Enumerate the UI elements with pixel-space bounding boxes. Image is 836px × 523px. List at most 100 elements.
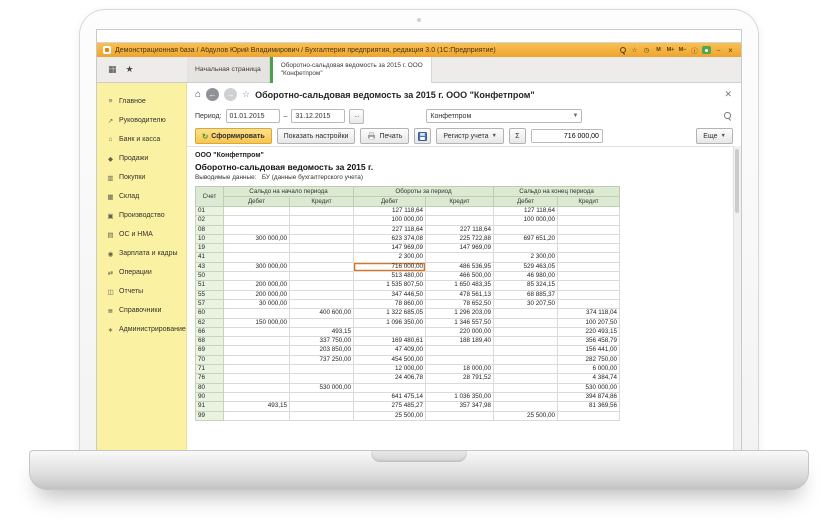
back-icon[interactable]: ← xyxy=(206,88,220,101)
value-cell[interactable] xyxy=(425,215,494,226)
value-cell[interactable]: 2 300,00 xyxy=(493,252,558,263)
value-cell[interactable] xyxy=(289,410,354,421)
value-cell[interactable]: 641 475,14 xyxy=(353,391,426,403)
search-icon[interactable] xyxy=(723,111,733,121)
value-cell[interactable]: 46 980,00 xyxy=(493,271,558,282)
account-cell[interactable]: 60 xyxy=(195,308,224,319)
value-cell[interactable]: 478 561,13 xyxy=(425,289,494,300)
value-cell[interactable]: 1 036 350,00 xyxy=(425,391,494,403)
value-cell[interactable] xyxy=(289,401,354,412)
value-cell[interactable] xyxy=(289,252,354,263)
scrollbar-thumb[interactable] xyxy=(735,149,739,213)
value-cell[interactable] xyxy=(289,373,354,384)
value-cell[interactable] xyxy=(493,354,558,366)
show-settings-button[interactable]: Показать настройки xyxy=(276,128,356,144)
period-from-input[interactable]: 01.01.2015 xyxy=(225,109,280,123)
value-cell[interactable]: 1 322 685,05 xyxy=(353,308,426,319)
value-cell[interactable] xyxy=(223,345,290,356)
value-cell[interactable]: 78 860,00 xyxy=(353,298,426,310)
value-cell[interactable] xyxy=(557,280,620,291)
sections-grid-icon[interactable]: ▦ xyxy=(108,64,117,75)
minimize-icon[interactable]: – xyxy=(714,46,723,55)
account-cell[interactable]: 01 xyxy=(195,205,224,217)
value-cell[interactable] xyxy=(223,308,290,319)
close-icon[interactable]: × xyxy=(726,46,735,55)
value-cell[interactable]: 530 000,00 xyxy=(289,382,354,393)
value-cell[interactable] xyxy=(557,243,620,254)
value-cell[interactable]: 227 118,64 xyxy=(353,224,426,235)
value-cell[interactable] xyxy=(289,289,354,300)
value-cell[interactable]: 529 463,05 xyxy=(493,261,558,273)
sidebar-item-admin[interactable]: ∗ Администрирование xyxy=(97,320,186,339)
sidebar-item-production[interactable]: ▣ Производство xyxy=(97,206,186,225)
star-icon[interactable]: ☆ xyxy=(242,89,250,100)
value-cell[interactable]: 127 118,64 xyxy=(493,205,558,217)
account-cell[interactable]: 90 xyxy=(195,391,224,403)
tab-report[interactable]: Оборотно-сальдовая ведомость за 2015 г. … xyxy=(269,57,432,83)
sidebar-item-hr[interactable]: ◉ Зарплата и кадры xyxy=(97,244,186,263)
account-cell[interactable]: 41 xyxy=(195,252,224,263)
value-cell[interactable]: 357 347,98 xyxy=(425,401,494,412)
value-cell[interactable] xyxy=(223,364,290,375)
account-cell[interactable]: 66 xyxy=(195,326,224,338)
account-cell[interactable]: 43 xyxy=(195,261,224,273)
value-cell[interactable]: 4 384,74 xyxy=(557,373,620,384)
value-cell[interactable]: 1 535 807,50 xyxy=(353,280,426,291)
value-cell[interactable]: 100 207,50 xyxy=(557,317,620,328)
value-cell[interactable]: 1 346 557,50 xyxy=(425,317,494,328)
value-cell[interactable]: 2 300,00 xyxy=(353,252,426,263)
info-icon[interactable]: ⓘ xyxy=(690,46,699,55)
value-cell[interactable]: 25 500,00 xyxy=(353,410,426,421)
value-cell[interactable]: 203 850,00 xyxy=(289,345,354,356)
account-cell[interactable]: 50 xyxy=(195,271,224,282)
value-cell[interactable] xyxy=(493,345,558,356)
more-button[interactable]: Еще ▼ xyxy=(696,128,733,144)
sidebar-item-catalogs[interactable]: ≣ Справочники xyxy=(97,301,186,320)
sidebar-item-operations[interactable]: ⇄ Операции xyxy=(97,263,186,282)
value-cell[interactable]: 78 652,50 xyxy=(425,298,494,310)
value-cell[interactable]: 337 750,00 xyxy=(289,336,354,347)
value-cell[interactable] xyxy=(223,224,290,235)
value-cell[interactable] xyxy=(557,233,620,245)
account-cell[interactable]: 62 xyxy=(195,317,224,328)
organization-select[interactable]: Конфетпром ▼ xyxy=(426,109,583,123)
value-cell[interactable] xyxy=(425,354,494,366)
value-cell[interactable]: 24 406,78 xyxy=(353,373,426,384)
sidebar-item-sales[interactable]: ◆ Продажи xyxy=(97,149,186,168)
value-cell[interactable] xyxy=(353,326,426,338)
account-cell[interactable]: 02 xyxy=(195,215,224,226)
tab-home-page[interactable]: Начальная страница xyxy=(187,57,270,82)
value-cell[interactable] xyxy=(557,298,620,310)
value-cell[interactable] xyxy=(289,280,354,291)
sum-button[interactable]: Σ xyxy=(508,128,526,144)
chevron-down-icon[interactable]: ▼ xyxy=(572,113,578,119)
value-cell[interactable]: 737 250,00 xyxy=(289,354,354,366)
memory-icon[interactable]: M xyxy=(654,46,663,55)
value-cell[interactable] xyxy=(223,336,290,347)
value-cell[interactable]: 374 118,04 xyxy=(557,308,620,319)
value-cell[interactable] xyxy=(425,382,494,393)
value-cell[interactable] xyxy=(223,243,290,254)
sum-field[interactable]: 716 000,00 xyxy=(530,129,603,143)
value-cell[interactable]: 530 000,00 xyxy=(557,382,620,393)
value-cell[interactable] xyxy=(223,215,290,226)
forward-icon[interactable]: → xyxy=(224,88,238,101)
account-cell[interactable]: 08 xyxy=(195,224,224,235)
value-cell[interactable] xyxy=(223,326,290,338)
value-cell[interactable]: 127 118,64 xyxy=(353,205,426,217)
value-cell[interactable]: 275 485,27 xyxy=(353,401,426,412)
value-cell[interactable] xyxy=(557,289,620,300)
account-cell[interactable]: 68 xyxy=(195,336,224,347)
value-cell[interactable] xyxy=(493,224,558,235)
value-cell[interactable]: 282 750,00 xyxy=(557,354,620,366)
sidebar-item-reports[interactable]: ◫ Отчеты xyxy=(97,282,186,301)
value-cell[interactable]: 200 000,00 xyxy=(223,289,290,300)
account-cell[interactable]: 69 xyxy=(195,345,224,356)
value-cell[interactable]: 150 000,00 xyxy=(223,317,290,328)
value-cell[interactable] xyxy=(223,410,290,421)
value-cell[interactable]: 6 000,00 xyxy=(557,364,620,375)
save-button[interactable] xyxy=(414,128,432,144)
value-cell[interactable] xyxy=(493,364,558,375)
memory-minus-icon[interactable]: M− xyxy=(678,46,687,55)
value-cell[interactable] xyxy=(223,354,290,366)
